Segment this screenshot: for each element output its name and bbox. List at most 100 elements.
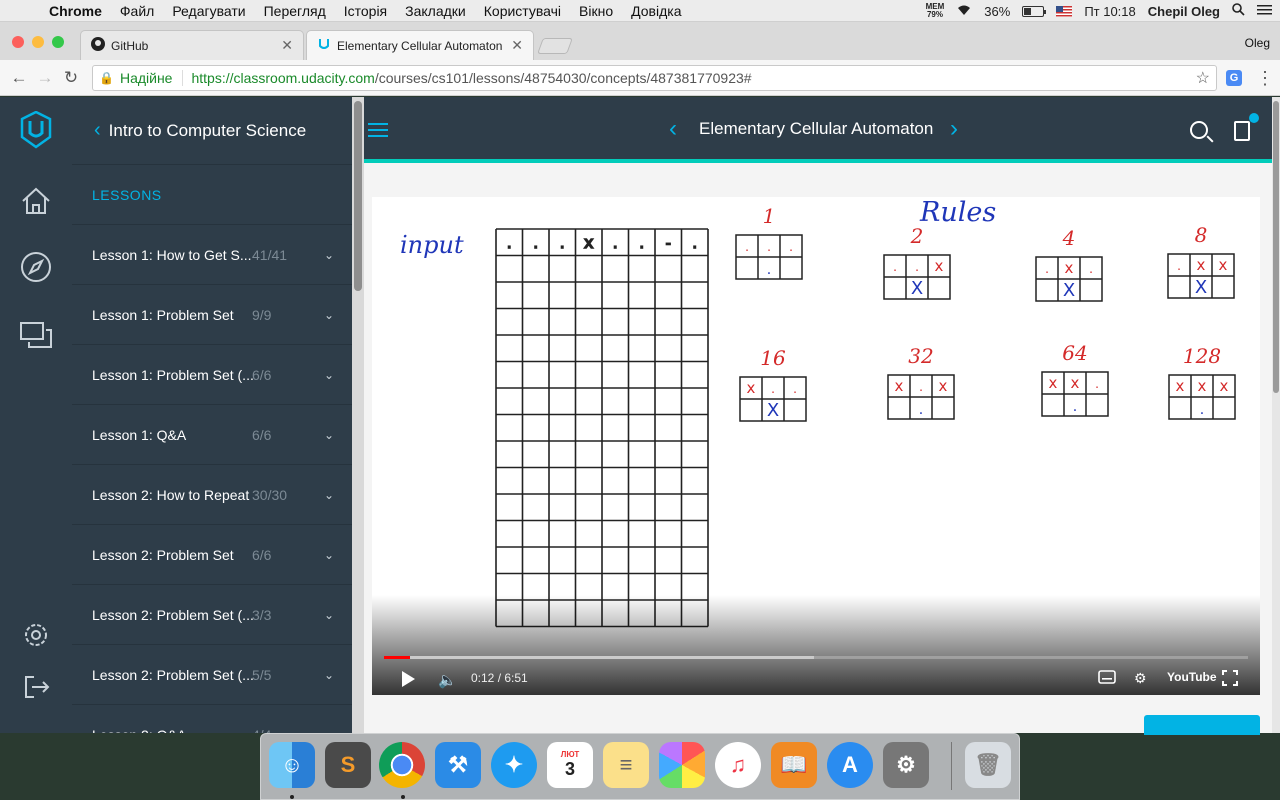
compass-icon[interactable] — [18, 249, 54, 285]
xcode-icon[interactable]: ⚒ — [435, 742, 481, 788]
clock[interactable]: Пт 10:18 — [1084, 4, 1135, 19]
rule-cell-mark: . — [919, 380, 923, 394]
menu-app-name[interactable]: Chrome — [40, 3, 111, 19]
user-name[interactable]: Chepil Oleg — [1148, 4, 1220, 19]
itunes-icon[interactable]: ♫ — [715, 742, 761, 788]
lesson-item[interactable]: Lesson 1: Problem Set (... 6/6 ⌄ — [72, 345, 352, 405]
url-path: /courses/cs101/lessons/48754030/concepts… — [374, 70, 752, 86]
ibooks-icon[interactable]: 📖 — [771, 742, 817, 788]
secure-label: Надійне — [120, 70, 184, 86]
notes-icon[interactable] — [1234, 121, 1250, 141]
home-icon[interactable] — [18, 183, 54, 219]
menu-bookmarks[interactable]: Закладки — [396, 3, 475, 19]
chevron-down-icon[interactable]: ⌄ — [324, 368, 334, 382]
calendar-icon[interactable]: ЛЮТ 3 — [547, 742, 593, 788]
chevron-down-icon[interactable]: ⌄ — [324, 668, 334, 682]
course-back-link[interactable]: ‹ Intro to Computer Science — [72, 97, 352, 165]
trash-icon[interactable]: 🗑 — [965, 742, 1011, 788]
menu-window[interactable]: Вікно — [570, 3, 622, 19]
profile-name[interactable]: Oleg — [1245, 36, 1270, 50]
previous-concept-chevron-icon[interactable]: ‹ — [669, 115, 677, 143]
lesson-progress-count: 30/30 — [252, 486, 288, 503]
address-bar[interactable]: 🔒 Надійне https://classroom.udacity.com … — [92, 65, 1217, 91]
notification-center-icon[interactable] — [1257, 4, 1272, 19]
search-icon[interactable] — [1190, 121, 1208, 139]
menu-help[interactable]: Довідка — [622, 3, 690, 19]
volume-icon[interactable]: 🔈 — [438, 671, 457, 689]
reload-icon[interactable]: ↻ — [58, 68, 84, 88]
menu-file[interactable]: Файл — [111, 3, 163, 19]
rule-cell-mark: x — [895, 377, 904, 395]
notes-icon[interactable]: ≡ — [603, 742, 649, 788]
new-tab-button[interactable] — [537, 38, 573, 54]
sidebar-scrollbar[interactable] — [352, 97, 364, 733]
chat-icon[interactable] — [18, 317, 54, 353]
lesson-item[interactable]: Lesson 1: How to Get S... 41/41 ⌄ — [72, 225, 352, 285]
menu-view[interactable]: Перегляд — [255, 3, 335, 19]
next-concept-chevron-icon[interactable]: › — [950, 115, 958, 143]
youtube-logo-icon[interactable]: YouTube — [1167, 670, 1217, 684]
lesson-item[interactable]: Lesson 2: Problem Set (... 5/5 ⌄ — [72, 645, 352, 705]
lesson-item[interactable]: Lesson 2: How to Repeat 30/30 ⌄ — [72, 465, 352, 525]
next-button[interactable] — [1144, 715, 1260, 735]
current-time: 0:12 — [471, 671, 495, 685]
lesson-item[interactable]: Lesson 2: Problem Set 6/6 ⌄ — [72, 525, 352, 585]
chevron-down-icon[interactable]: ⌄ — [324, 608, 334, 622]
back-arrow-icon[interactable]: ← — [6, 68, 32, 88]
lesson-item[interactable]: Lesson 2: Q&A4/4⌄ — [72, 705, 352, 734]
notification-badge — [1249, 113, 1259, 123]
tab-elementary-cellular-automaton[interactable]: Elementary Cellular Automaton ✕ — [306, 30, 534, 60]
captions-icon[interactable] — [1098, 670, 1116, 687]
play-icon[interactable] — [402, 671, 415, 687]
bookmark-star-icon[interactable]: ☆ — [1196, 68, 1210, 88]
video-progress-bar[interactable] — [384, 656, 1248, 659]
video-player[interactable]: input Rules ...x..-. 1....2..xX4.x.X8.xx… — [372, 197, 1260, 695]
settings-gear-icon[interactable] — [18, 617, 54, 653]
rule-cell-mark: x — [1220, 377, 1229, 395]
chevron-down-icon[interactable]: ⌄ — [324, 488, 334, 502]
translate-extension-icon[interactable]: G — [1226, 70, 1242, 86]
chrome-menu-icon[interactable]: ⋮ — [1256, 68, 1274, 89]
input-source-flag-icon[interactable] — [1056, 5, 1073, 17]
close-tab-icon[interactable]: ✕ — [511, 37, 523, 54]
battery-icon[interactable] — [1022, 5, 1047, 17]
photos-icon[interactable] — [659, 742, 705, 788]
menu-history[interactable]: Історія — [335, 3, 396, 19]
minimize-window-button[interactable] — [32, 36, 44, 48]
battery-percent[interactable]: 36% — [984, 4, 1010, 19]
app-store-icon[interactable]: A — [827, 742, 873, 788]
close-tab-icon[interactable]: ✕ — [281, 37, 293, 54]
calendar-day: 3 — [564, 759, 575, 779]
zoom-window-button[interactable] — [52, 36, 64, 48]
rule-result-mark: X — [1195, 277, 1207, 298]
sublime-text-icon[interactable]: S — [325, 742, 371, 788]
forward-arrow-icon[interactable]: → — [32, 68, 58, 88]
lesson-item[interactable]: Lesson 2: Problem Set (... 3/3 ⌄ — [72, 585, 352, 645]
fullscreen-icon[interactable] — [1222, 670, 1238, 689]
wifi-icon[interactable] — [956, 4, 972, 19]
chevron-down-icon[interactable]: ⌄ — [324, 428, 334, 442]
finder-icon[interactable]: ☺ — [269, 742, 315, 788]
menu-hamburger-icon[interactable] — [368, 123, 388, 141]
lesson-progress-count: 6/6 — [252, 426, 272, 443]
safari-icon[interactable]: ✦ — [491, 742, 537, 788]
chrome-icon[interactable] — [379, 742, 425, 788]
github-icon — [91, 37, 105, 54]
lesson-item[interactable]: Lesson 1: Problem Set 9/9 ⌄ — [72, 285, 352, 345]
chevron-down-icon[interactable]: ⌄ — [324, 548, 334, 562]
logout-icon[interactable] — [18, 669, 54, 705]
tab-github[interactable]: GitHub ✕ — [80, 30, 304, 60]
menu-edit[interactable]: Редагувати — [163, 3, 254, 19]
system-preferences-icon[interactable]: ⚙ — [883, 742, 929, 788]
chevron-down-icon[interactable]: ⌄ — [324, 308, 334, 322]
settings-icon[interactable]: ⚙ — [1134, 670, 1147, 687]
close-window-button[interactable] — [12, 36, 24, 48]
udacity-logo-icon[interactable] — [18, 110, 54, 149]
lesson-item[interactable]: Lesson 1: Q&A 6/6 ⌄ — [72, 405, 352, 465]
page-scrollbar[interactable] — [1272, 97, 1280, 733]
chevron-down-icon[interactable]: ⌄ — [324, 248, 334, 262]
spotlight-search-icon[interactable] — [1232, 3, 1245, 19]
memory-indicator[interactable]: MEM 79% — [926, 3, 945, 19]
menu-people[interactable]: Користувачі — [475, 3, 570, 19]
duration: 6:51 — [504, 671, 528, 685]
